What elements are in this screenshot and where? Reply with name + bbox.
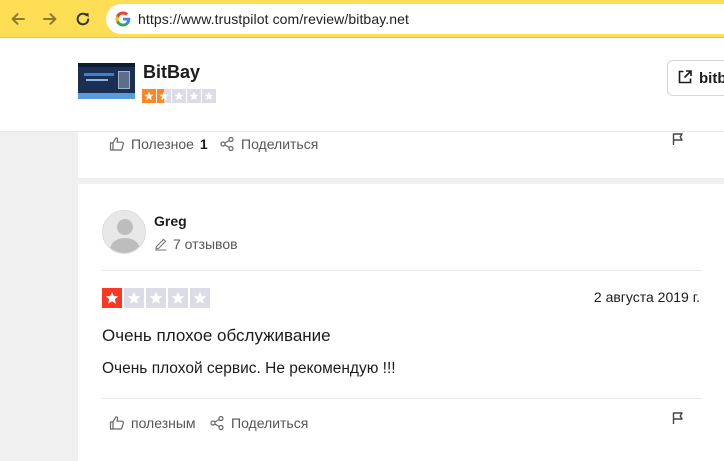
divider (102, 398, 702, 399)
flag-icon[interactable] (671, 132, 685, 146)
review-date: 2 августа 2019 г. (593, 289, 700, 305)
external-link-icon (678, 70, 692, 84)
avatar[interactable] (102, 210, 146, 254)
company-header: BitBay bitb (0, 38, 724, 132)
helpful-button[interactable]: полезным (109, 415, 196, 431)
star-icon (142, 89, 156, 103)
reviewer-reviews-count: 7 отзывов (154, 236, 238, 252)
helpful-button[interactable]: Полезное 1 (109, 136, 208, 152)
company-name[interactable]: BitBay (143, 62, 200, 83)
browser-toolbar: https://www.trustpilot com/review/bitbay… (0, 0, 724, 38)
user-avatar-icon (109, 219, 141, 253)
flag-icon[interactable] (671, 411, 685, 425)
visit-website-button[interactable]: bitb (667, 60, 724, 96)
reviews-count-label: 7 отзывов (173, 236, 238, 252)
divider (102, 270, 702, 271)
star-icon (187, 89, 201, 103)
arrow-right-icon (43, 13, 57, 25)
back-button[interactable] (6, 7, 30, 31)
star-icon (124, 288, 144, 308)
google-g-icon (115, 11, 131, 27)
thumbs-up-icon (109, 137, 124, 151)
review-rating-stars (102, 288, 210, 308)
helpful-count: 1 (199, 136, 208, 152)
thumbs-up-icon (109, 416, 124, 430)
company-logo[interactable] (78, 63, 135, 99)
visit-website-label: bitb (699, 70, 724, 87)
star-icon (172, 89, 186, 103)
reload-icon (76, 12, 90, 26)
reviewer-name[interactable]: Greg (154, 213, 187, 229)
arrow-left-icon (11, 13, 25, 25)
company-rating-stars (142, 89, 216, 103)
share-button[interactable]: Поделиться (209, 415, 308, 431)
forward-button[interactable] (38, 7, 62, 31)
reload-button[interactable] (71, 7, 95, 31)
share-icon (220, 136, 234, 152)
review-card-previous: Полезное 1 Поделиться (78, 132, 724, 178)
url-text[interactable]: https://www.trustpilot com/review/bitbay… (138, 11, 409, 27)
review-body: Очень плохой сервис. Не рекомендую !!! (102, 360, 396, 377)
pencil-icon (155, 238, 167, 251)
star-icon (157, 89, 171, 103)
share-label: Поделиться (231, 415, 309, 431)
share-icon (210, 415, 224, 431)
star-icon (168, 288, 188, 308)
share-button[interactable]: Поделиться (219, 136, 318, 152)
review-title[interactable]: Очень плохое обслуживание (102, 326, 331, 346)
star-icon (102, 288, 122, 308)
star-icon (202, 89, 216, 103)
share-label: Поделиться (241, 136, 319, 152)
helpful-label: полезным (131, 415, 196, 431)
star-icon (190, 288, 210, 308)
star-icon (146, 288, 166, 308)
review-card: Greg 7 отзывов 2 августа 2019 г. Очень п… (78, 184, 724, 461)
address-bar[interactable]: https://www.trustpilot com/review/bitbay… (106, 4, 724, 34)
helpful-label: Полезное (131, 136, 194, 152)
